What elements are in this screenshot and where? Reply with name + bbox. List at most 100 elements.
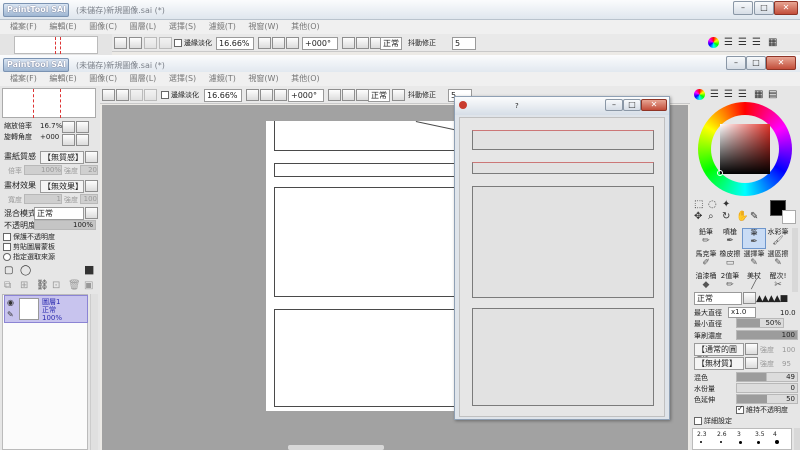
maximize-button[interactable]: □	[746, 56, 766, 70]
back-angle-field[interactable]: +000°	[302, 37, 338, 50]
scratchpad-icon[interactable]: ▤	[768, 90, 777, 100]
back-minimize-button[interactable]: –	[733, 1, 753, 15]
flip-icon[interactable]	[392, 89, 405, 101]
back-tool-icon[interactable]	[129, 37, 142, 49]
back-stabilizer-field[interactable]: 5	[452, 37, 476, 50]
brush-custom[interactable]: 醒次! ✂	[766, 272, 790, 293]
back-antialias-checkbox[interactable]	[174, 39, 182, 47]
link-layer-icon[interactable]: ⛓	[36, 281, 49, 291]
back-menu-image[interactable]: 圖像(C)	[89, 20, 117, 34]
max-size-multiplier[interactable]: x1.0	[728, 307, 756, 318]
mixer-icon[interactable]: ☰	[738, 90, 747, 100]
back-zoom-field[interactable]: 16.66%	[216, 37, 254, 50]
rotate-left-icon[interactable]	[328, 89, 341, 101]
layer-scrollbar[interactable]	[90, 294, 98, 450]
dialog-close-button[interactable]: ✕	[641, 99, 667, 111]
brush-texture-dropdown-icon[interactable]	[745, 357, 758, 369]
menu-filter[interactable]: 濾鏡(T)	[209, 72, 236, 86]
move-icon[interactable]: ✥	[694, 212, 702, 222]
brush-airbrush[interactable]: 噴槍 ✒	[718, 228, 742, 249]
back-tool-icon[interactable]	[159, 37, 172, 49]
brush-marker[interactable]: 馬克筆 ✐	[694, 250, 718, 271]
back-list-icon[interactable]: ☰	[738, 38, 747, 48]
opacity-slider[interactable]: 100%	[34, 220, 96, 230]
back-list-icon[interactable]: ☰	[752, 38, 761, 48]
rect-select-icon[interactable]: ⬚	[694, 200, 703, 210]
close-button[interactable]: ✕	[766, 56, 796, 70]
zoom-reset-icon[interactable]	[274, 89, 287, 101]
dialog-maximize-button[interactable]: □	[623, 99, 641, 111]
zoom-minus-icon[interactable]	[62, 121, 75, 133]
blend-mode-dropdown-icon[interactable]	[85, 207, 98, 219]
strength2-slider[interactable]: 100	[80, 194, 98, 204]
back-zoom-reset-icon[interactable]	[286, 37, 299, 49]
menu-image[interactable]: 圖像(C)	[89, 72, 117, 86]
clipping-mask-checkbox[interactable]	[3, 243, 11, 251]
back-tool-icon[interactable]	[144, 37, 157, 49]
rotate-tool-icon[interactable]: ↻	[722, 212, 730, 222]
angle-field[interactable]: +000°	[288, 89, 324, 102]
back-tool-deselect-icon[interactable]	[114, 37, 127, 49]
brush-binary-pen[interactable]: 2值筆 ✏	[718, 272, 742, 293]
canvas-h-scrollbar[interactable]	[288, 445, 384, 450]
dialog-field[interactable]	[472, 130, 654, 150]
size-preset-label[interactable]: 2.6	[717, 430, 727, 440]
copy-layer-icon[interactable]: ⧉	[4, 281, 11, 291]
zoom-in-icon[interactable]	[260, 89, 273, 101]
hue-ring[interactable]	[698, 102, 792, 196]
layer-options-icon[interactable]: ■	[84, 264, 94, 275]
brush-pen[interactable]: 筆 ✒	[742, 228, 766, 249]
size-preset-label[interactable]: 3.5	[755, 430, 765, 440]
menu-select[interactable]: 選擇(S)	[169, 72, 196, 86]
back-rotate-right-icon[interactable]	[356, 37, 369, 49]
canvas-paper[interactable]	[266, 121, 475, 411]
back-menu-edit[interactable]: 編輯(E)	[49, 20, 76, 34]
size-preset-label[interactable]: 3	[737, 430, 741, 440]
scale-slider[interactable]: 100%	[24, 165, 62, 175]
eye-icon[interactable]: ◉	[7, 298, 14, 308]
menu-file[interactable]: 檔案(F)	[10, 72, 37, 86]
material-effect-dropdown-icon[interactable]	[85, 180, 98, 192]
menu-layer[interactable]: 圖層(L)	[130, 72, 157, 86]
density-slider[interactable]: 100	[736, 330, 798, 340]
rotate-minus-icon[interactable]	[62, 134, 75, 146]
magic-wand-icon[interactable]: ✦	[722, 200, 730, 210]
back-color-wheel-icon[interactable]	[708, 37, 719, 48]
saturation-value-square[interactable]	[720, 124, 770, 174]
back-palette-icon[interactable]: ▦	[768, 38, 777, 48]
size-preset-label[interactable]: 2.3	[697, 430, 707, 440]
material-effect-select[interactable]: 【無效果】	[40, 180, 84, 193]
back-maximize-button[interactable]: □	[754, 1, 774, 15]
rotate-right-icon[interactable]	[342, 89, 355, 101]
brush-mode-select[interactable]: 正常	[694, 292, 742, 305]
layer-row[interactable]: ◉ ✎ 圖層1 正常 100%	[4, 295, 88, 323]
secondary-color-swatch[interactable]	[782, 210, 796, 224]
rgb-slider-icon[interactable]: ☰	[710, 90, 719, 100]
antialias-checkbox[interactable]	[161, 91, 169, 99]
back-blend-mode-field[interactable]: 正常	[380, 37, 402, 50]
water-slider[interactable]: 0	[736, 383, 798, 393]
merge-layer-icon[interactable]: ⊞	[20, 281, 28, 291]
navigator-view-rect[interactable]	[33, 89, 61, 118]
back-menu-filter[interactable]: 濾鏡(T)	[209, 20, 236, 34]
brush-lock-icon[interactable]: ✎	[7, 310, 14, 320]
swatches-icon[interactable]: ▦	[754, 90, 763, 100]
layer-misc-icon[interactable]: ▣	[84, 281, 93, 291]
brush-eraser[interactable]: 橡皮擦 ▭	[718, 250, 742, 271]
brush-bucket[interactable]: 油漆桶 ◆	[694, 272, 718, 293]
dialog-minimize-button[interactable]: –	[605, 99, 623, 111]
zoom-field[interactable]: 16.66%	[204, 89, 242, 102]
protect-opacity-checkbox[interactable]	[3, 233, 11, 241]
brush-watercolor[interactable]: 水彩筆 🖌	[766, 228, 790, 249]
toolbar-tool-icon[interactable]	[144, 89, 157, 101]
brush-mode-dropdown-icon[interactable]	[743, 292, 756, 304]
brush-select-pen[interactable]: 選擇筆 ✎	[742, 250, 766, 271]
new-folder-icon[interactable]: ◯	[20, 266, 31, 276]
delete-layer-icon[interactable]: 🗑	[68, 281, 81, 291]
selection-source-radio[interactable]	[3, 253, 11, 261]
size-preset-scrollbar[interactable]	[794, 428, 800, 450]
color-picker-cursor[interactable]	[717, 170, 723, 176]
width-slider[interactable]: 1	[24, 194, 62, 204]
hsv-slider-icon[interactable]: ☰	[724, 90, 733, 100]
brush-select-eraser[interactable]: 選區擦 ✎	[766, 250, 790, 271]
